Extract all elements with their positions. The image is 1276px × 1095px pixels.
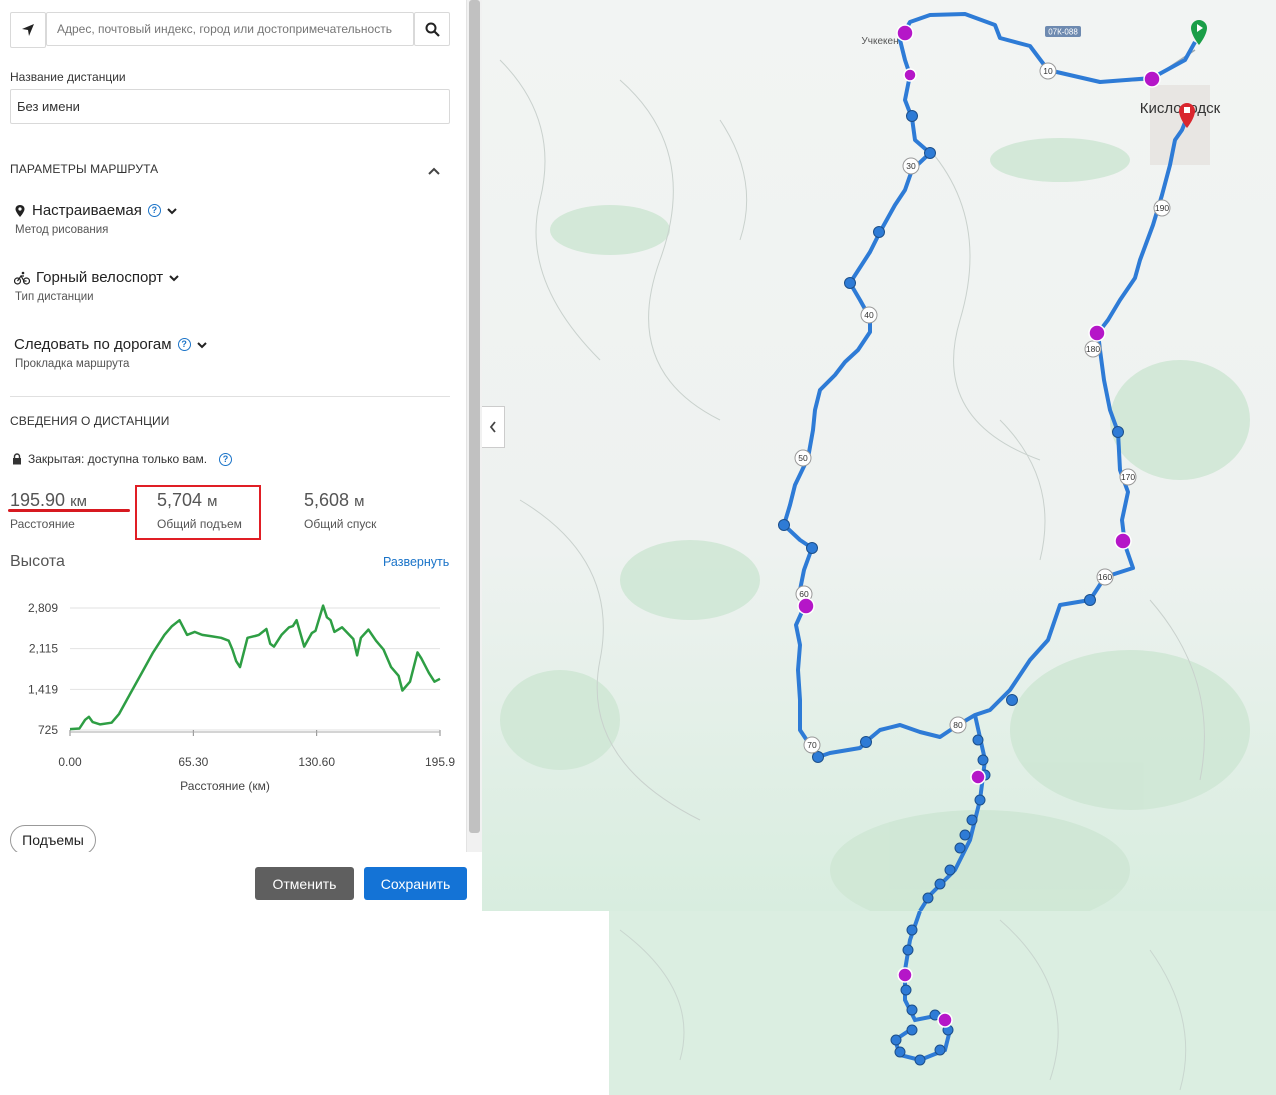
km-marker: 10 [1043, 66, 1053, 76]
climb-icon [970, 769, 986, 785]
distance-number: 195.90 [10, 490, 66, 510]
x-tick-label: 195.9 [425, 755, 455, 769]
privacy-text: Закрытая: доступна только вам. [28, 452, 208, 466]
km-marker: 170 [1121, 472, 1135, 482]
km-marker: 160 [1098, 572, 1112, 582]
course-type-select[interactable]: Горный велоспорт [14, 269, 179, 286]
save-button[interactable]: Сохранить [364, 867, 467, 900]
chevron-down-icon [196, 341, 207, 348]
drawing-method-label: Метод рисования [15, 224, 109, 236]
chevron-up-icon [428, 167, 440, 175]
follow-roads-select[interactable]: Следовать по дорогам ? [14, 336, 207, 353]
x-tick-label: 65.30 [178, 755, 208, 769]
expand-link[interactable]: Развернуть [383, 555, 449, 569]
follow-roads-label: Прокладка маршрута [15, 358, 130, 370]
route-settings-panel: Название дистанции ПАРАМЕТРЫ МАРШРУТА На… [0, 0, 466, 852]
y-tick-label: 725 [38, 723, 58, 737]
start-marker[interactable] [1191, 20, 1207, 45]
chevron-left-icon [489, 421, 496, 433]
cyclist-icon [14, 271, 30, 285]
descent-value: 5,608 м [304, 490, 364, 511]
lock-icon [13, 453, 21, 465]
navigation-arrow-icon [22, 24, 34, 36]
x-tick-label: 130.60 [298, 755, 335, 769]
search-input[interactable] [46, 12, 414, 46]
elevation-line [69, 604, 441, 731]
chevron-down-icon [169, 274, 179, 281]
red-box-annotation [135, 485, 261, 540]
course-info-title: СВЕДЕНИЯ О ДИСТАНЦИИ [10, 414, 170, 428]
chevron-down-icon [167, 207, 177, 214]
panel-scrollbar[interactable] [466, 0, 483, 852]
finish-marker[interactable] [1179, 103, 1195, 128]
km-marker: 50 [798, 453, 808, 463]
climb-icon [896, 24, 914, 42]
map-canvas-lower [609, 911, 1276, 1095]
red-underline-annotation [8, 509, 130, 512]
x-axis-label: Расстояние (км) [180, 779, 270, 793]
help-icon[interactable]: ? [147, 204, 161, 217]
follow-roads-value: Следовать по дорогам [14, 336, 172, 353]
km-marker: 70 [807, 740, 817, 750]
help-icon[interactable]: ? [219, 452, 233, 466]
course-type-label: Тип дистанции [15, 291, 94, 303]
collapse-panel-button[interactable] [482, 406, 505, 448]
flag-icon [1184, 107, 1190, 113]
collapse-section-button[interactable] [427, 163, 441, 181]
x-tick-label: 0.00 [58, 755, 82, 769]
route-params-title: ПАРАМЕТРЫ МАРШРУТА [10, 162, 159, 176]
divider [10, 396, 450, 397]
map-markers-layer: 10 30 40 50 60 70 80 160 170 180 190 [778, 20, 1207, 904]
climb-icon [1088, 324, 1106, 342]
y-tick-label: 1,419 [28, 682, 58, 696]
search-icon [425, 22, 440, 37]
distance-unit: км [70, 493, 87, 510]
descent-number: 5,608 [304, 490, 350, 510]
map-pin-icon [15, 204, 25, 217]
route-map-lower [609, 911, 1276, 1095]
distance-label: Расстояние [10, 517, 75, 531]
elevation-chart: 2,809 2,115 1,419 725 0.00 65.30 130.60 195.9 Ра… [28, 601, 455, 793]
map-terrain-lower [609, 911, 1276, 1095]
course-type-value: Горный велоспорт [36, 269, 164, 286]
climb-icon [903, 68, 917, 82]
climb-icon [1143, 70, 1161, 88]
km-marker: 30 [906, 161, 916, 171]
search-button[interactable] [414, 12, 450, 46]
km-marker: 180 [1086, 344, 1100, 354]
climb-icon [797, 597, 815, 615]
climb-markers [797, 24, 1161, 785]
climbs-button[interactable]: Подъемы [10, 825, 96, 852]
route-waypoints [778, 110, 1124, 904]
drawing-method-value: Настраиваемая [32, 202, 142, 219]
km-marker: 40 [864, 310, 874, 320]
elevation-title: Высота [10, 553, 65, 570]
course-name-label: Название дистанции [10, 70, 126, 84]
distance-value: 195.90 км [10, 490, 87, 511]
km-marker: 190 [1155, 203, 1169, 213]
cancel-button[interactable]: Отменить [255, 867, 354, 900]
help-icon[interactable]: ? [177, 338, 191, 351]
course-name-input[interactable] [10, 89, 450, 124]
km-markers: 10 30 40 50 60 70 80 160 170 180 190 [794, 62, 1171, 754]
locate-button[interactable] [10, 12, 46, 48]
y-tick-label: 2,115 [29, 642, 58, 656]
km-marker: 80 [953, 720, 963, 730]
climb-icon [1114, 532, 1132, 550]
scrollbar-thumb[interactable] [469, 0, 480, 833]
y-tick-label: 2,809 [28, 601, 58, 615]
descent-unit: м [354, 493, 365, 510]
descent-label: Общий спуск [304, 517, 377, 531]
drawing-method-select[interactable]: Настраиваемая ? [14, 202, 177, 219]
privacy-row: Закрытая: доступна только вам. ? [12, 452, 233, 466]
